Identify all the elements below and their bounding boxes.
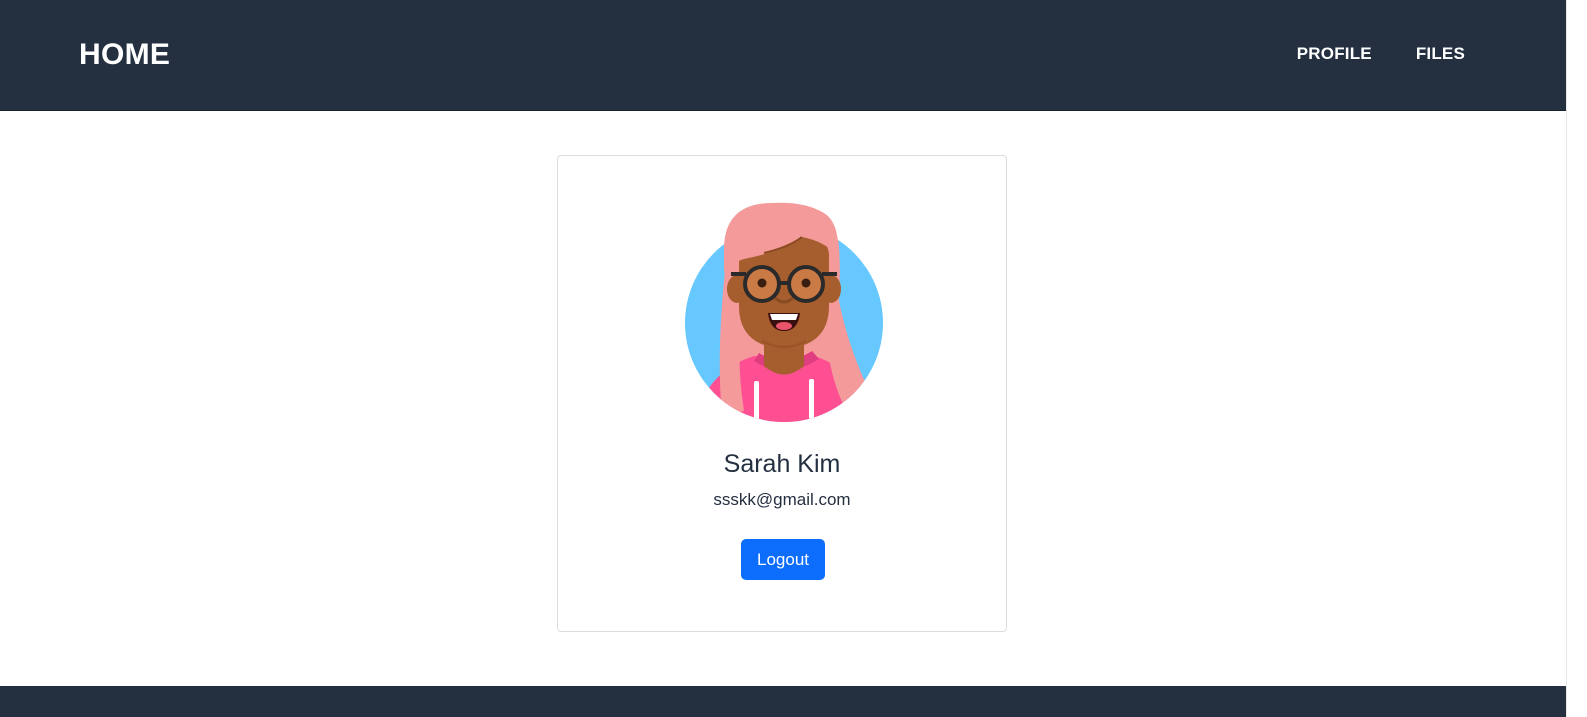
top-navbar: HOME PROFILE FILES (0, 0, 1566, 111)
profile-card: Sarah Kim ssskk@gmail.com Logout (557, 155, 1007, 632)
page-scrollbar[interactable] (1566, 0, 1587, 717)
page-footer (0, 686, 1566, 717)
profile-name: Sarah Kim (723, 450, 841, 478)
profile-email: ssskk@gmail.com (713, 490, 851, 509)
nav-link-files[interactable]: FILES (1416, 43, 1465, 65)
nav-links: PROFILE FILES (1297, 43, 1465, 65)
home-link[interactable]: HOME (79, 36, 170, 74)
logout-button[interactable]: Logout (741, 539, 825, 580)
profile-avatar (684, 201, 884, 423)
avatar-illustration-icon (685, 202, 883, 422)
nav-link-profile[interactable]: PROFILE (1297, 43, 1372, 65)
